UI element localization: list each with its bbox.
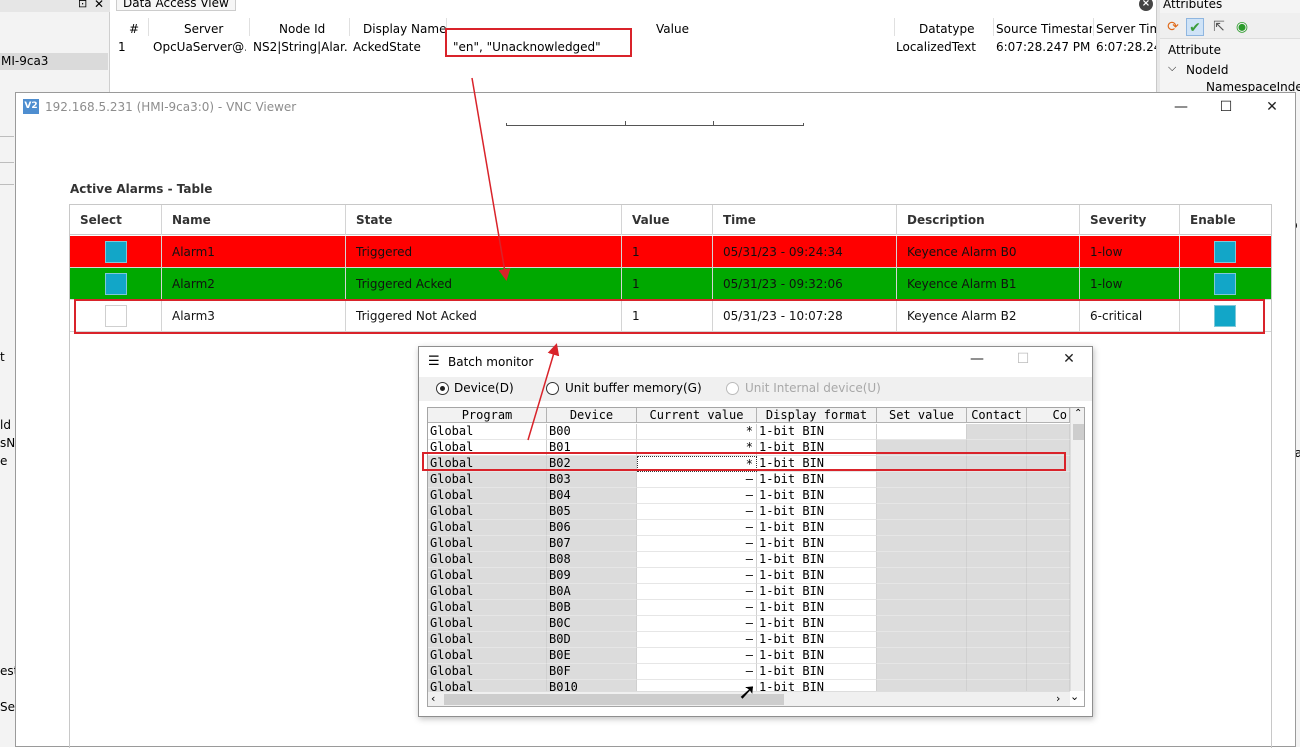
mouse-cursor-icon: ➚ [738,680,757,705]
arrow-b02-to-alarm3 [527,343,560,441]
arrow-value-to-alarm2 [471,77,511,281]
annotation-arrows [471,77,560,441]
